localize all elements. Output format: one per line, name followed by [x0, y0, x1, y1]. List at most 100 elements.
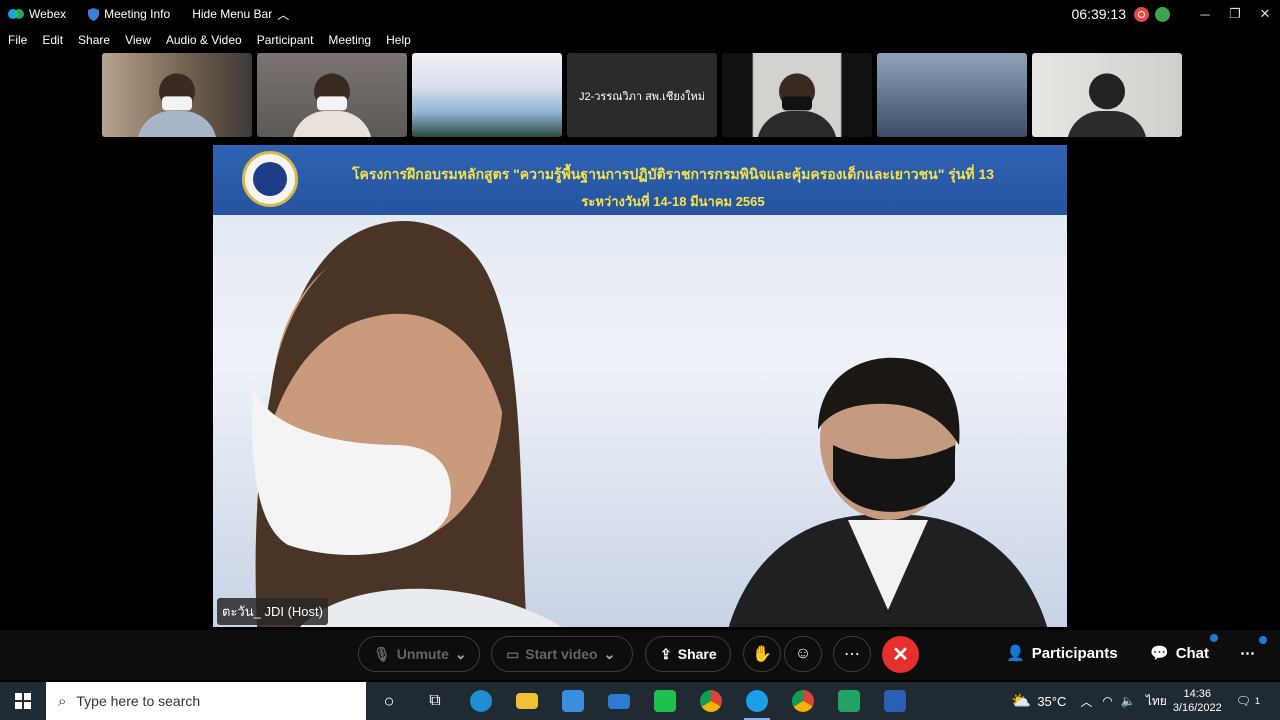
word-taskbar-icon[interactable]: [872, 682, 918, 720]
active-speaker-video[interactable]: โครงการฝึกอบรมหลักสูตร "ความรู้พื้นฐานกา…: [213, 145, 1067, 627]
smiley-icon: ☺: [794, 645, 812, 662]
restore-button[interactable]: ❐: [1220, 6, 1250, 22]
title-bar: Webex Meeting Info Hide Menu Bar ︿ 06:39…: [0, 0, 1280, 28]
more-icon: ⋯: [844, 646, 860, 663]
store-icon: [562, 690, 584, 712]
search-icon: ⌕: [58, 692, 67, 710]
store-taskbar-icon[interactable]: [550, 682, 596, 720]
participants-button[interactable]: 👤 Participants: [1006, 644, 1118, 663]
reactions-button[interactable]: ☺: [784, 636, 822, 672]
notification-center-icon[interactable]: 🗨: [1236, 694, 1251, 708]
participant-video-2[interactable]: [257, 53, 407, 137]
participant-video-3[interactable]: [412, 53, 562, 137]
start-button[interactable]: [0, 682, 46, 720]
chevron-up-icon: ︿: [277, 7, 290, 22]
chat-button[interactable]: 💬 Chat: [1150, 644, 1209, 663]
host-person-image: [252, 221, 562, 627]
more-notification-dot: [1259, 636, 1267, 644]
line-icon: [654, 690, 676, 712]
task-view-button[interactable]: ⧉: [412, 682, 458, 720]
spreadsheet-icon: [838, 690, 860, 712]
more-icon: ⋯: [1240, 645, 1255, 662]
menu-meeting[interactable]: Meeting: [328, 33, 371, 47]
webex-taskbar-icon[interactable]: [734, 682, 780, 720]
clock-date: 3/16/2022: [1172, 702, 1222, 714]
chrome-2-taskbar-icon[interactable]: [780, 682, 826, 720]
mail-icon: [608, 693, 630, 709]
participant-video-7[interactable]: [1032, 53, 1182, 137]
show-hidden-icons-icon[interactable]: ︿: [1080, 693, 1092, 710]
meeting-info-button[interactable]: Meeting Info: [88, 7, 170, 21]
participant-head: [1089, 73, 1125, 110]
share-screen-icon: ⇪: [660, 645, 672, 662]
menu-edit[interactable]: Edit: [42, 33, 63, 47]
chat-notification-dot: [1210, 634, 1218, 642]
hand-icon: ✋: [752, 646, 772, 663]
hide-menu-bar-button[interactable]: Hide Menu Bar ︿: [192, 6, 289, 23]
webex-app-label[interactable]: Webex: [8, 7, 66, 21]
input-language[interactable]: ไทย: [1146, 692, 1167, 711]
meeting-timer: 06:39:13: [1071, 6, 1127, 22]
cortana-button[interactable]: ○: [366, 682, 412, 720]
menu-audio-video[interactable]: Audio & Video: [166, 33, 242, 47]
menu-bar: File Edit Share View Audio & Video Parti…: [0, 30, 418, 50]
chrome-icon: [792, 690, 814, 712]
recording-icon[interactable]: [1134, 6, 1149, 22]
system-tray: ⛅ 35°C ︿ ◠ 🔈 ไทย 14:36 3/16/2022 🗨 1: [1011, 682, 1280, 720]
more-options-button[interactable]: ⋯: [833, 636, 871, 672]
chrome-taskbar-icon[interactable]: [688, 682, 734, 720]
meeting-controls: 🎙 Unmute ⌄ ▭ Start video ⌄ ⇪ Share ✋ ☺ ⋯…: [0, 630, 1280, 680]
menu-help[interactable]: Help: [386, 33, 411, 47]
participant-name-label: J2-วรรณวิภา สพ.เชียงใหม่: [578, 91, 706, 103]
leave-meeting-button[interactable]: ✕: [882, 636, 919, 673]
file-explorer-taskbar-icon[interactable]: [504, 682, 550, 720]
task-view-icon: ⧉: [429, 692, 441, 709]
participant-video-6[interactable]: [877, 53, 1027, 137]
menu-share[interactable]: Share: [78, 33, 110, 47]
temperature[interactable]: 35°C: [1037, 694, 1066, 709]
line-taskbar-icon[interactable]: [642, 682, 688, 720]
unmute-button[interactable]: 🎙 Unmute ⌄: [358, 636, 480, 672]
participant-body: [1067, 111, 1147, 137]
chrome-icon: [700, 690, 722, 712]
taskbar-clock[interactable]: 14:36 3/16/2022: [1173, 687, 1222, 715]
chevron-down-icon: ⌄: [454, 645, 467, 662]
taskbar-search-box[interactable]: ⌕ Type here to search: [46, 682, 366, 720]
participant-tile-name-only[interactable]: J2-วรรณวิภา สพ.เชียงใหม่: [567, 53, 717, 137]
start-video-button[interactable]: ▭ Start video ⌄: [491, 636, 633, 672]
video-off-icon: ▭: [506, 645, 520, 662]
edge-taskbar-icon[interactable]: [458, 682, 504, 720]
mail-taskbar-icon[interactable]: [596, 682, 642, 720]
wifi-icon[interactable]: ◠: [1102, 694, 1112, 708]
notification-count: 1: [1254, 696, 1260, 706]
webex-logo-icon: [8, 9, 24, 19]
minimize-button[interactable]: ─: [1190, 7, 1220, 22]
menu-view[interactable]: View: [125, 33, 151, 47]
shield-icon: [88, 7, 100, 21]
word-icon: [884, 690, 906, 712]
webex-icon: [746, 690, 768, 712]
panel-more-button[interactable]: ⋯: [1240, 644, 1255, 662]
participant-video-5[interactable]: [722, 53, 872, 137]
participant-mask: [162, 96, 192, 111]
network-status-icon[interactable]: [1155, 6, 1170, 22]
clock-time: 14:36: [1183, 688, 1212, 700]
weather-icon[interactable]: ⛅: [1011, 691, 1031, 711]
participant-mask: [317, 96, 347, 111]
speaker-icon[interactable]: 🔈: [1121, 694, 1136, 708]
windows-logo-icon: [15, 693, 31, 709]
sheets-taskbar-icon[interactable]: [826, 682, 872, 720]
banner-title: โครงการฝึกอบรมหลักสูตร "ความรู้พื้นฐานกา…: [351, 166, 995, 182]
close-icon: ✕: [892, 644, 909, 666]
folder-icon: [516, 693, 538, 709]
raise-hand-button[interactable]: ✋: [743, 636, 781, 672]
circle-icon: ○: [383, 690, 395, 711]
menu-file[interactable]: File: [8, 33, 27, 47]
participant-body: [757, 111, 837, 137]
muted-mic-icon: 🎙: [373, 645, 391, 662]
participant-video-1[interactable]: [102, 53, 252, 137]
participant-body: [137, 111, 217, 137]
close-window-button[interactable]: ✕: [1250, 6, 1280, 22]
share-button[interactable]: ⇪ Share: [645, 636, 731, 672]
menu-participant[interactable]: Participant: [257, 33, 314, 47]
